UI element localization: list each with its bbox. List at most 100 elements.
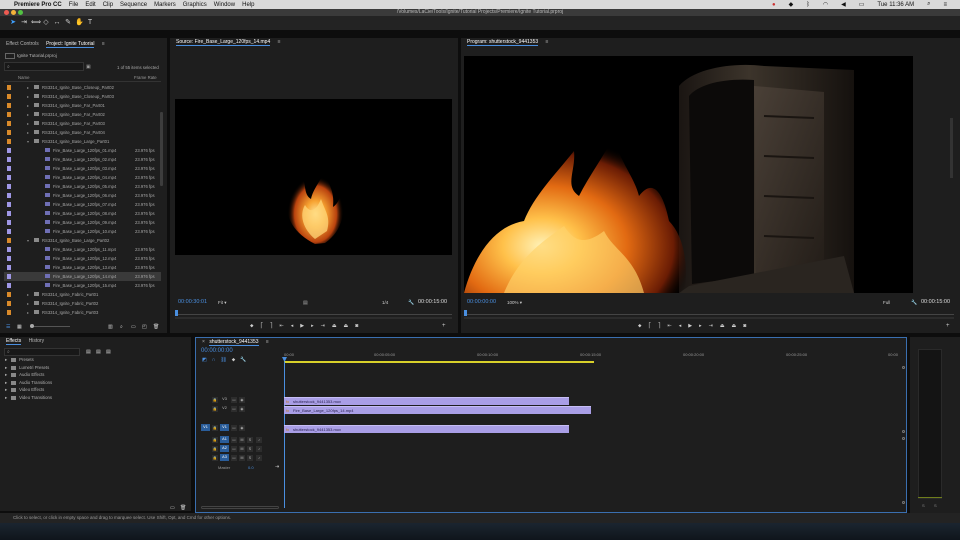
toggle-output-v3-eye-icon[interactable]: ◉ bbox=[239, 397, 245, 403]
lock-track-v3-icon[interactable]: 🔒 bbox=[212, 397, 218, 403]
panel-menu-icon[interactable]: ≡ bbox=[546, 39, 549, 45]
linked-selection-icon[interactable]: ⛓ bbox=[220, 357, 226, 363]
label-color-chip[interactable] bbox=[7, 85, 11, 90]
project-bin-item[interactable]: ▸ RS3314_Ignite_Base_Closeup_Part03 bbox=[4, 92, 161, 101]
disclosure-closed-icon[interactable]: ▸ bbox=[27, 83, 29, 92]
label-color-chip[interactable] bbox=[7, 220, 11, 225]
label-color-chip[interactable] bbox=[7, 166, 11, 171]
pen-tool-icon[interactable]: ✎ bbox=[64, 19, 72, 27]
creative-cloud-icon[interactable]: ● bbox=[772, 2, 776, 8]
label-color-chip[interactable] bbox=[7, 265, 11, 270]
label-color-chip[interactable] bbox=[7, 94, 11, 99]
label-color-chip[interactable] bbox=[7, 139, 11, 144]
go-to-out-icon[interactable]: ⇥ bbox=[321, 323, 325, 331]
lift-icon[interactable]: ⏏ bbox=[720, 323, 725, 331]
source-resolution-dropdown[interactable]: 1/4 bbox=[382, 300, 388, 305]
sync-lock-v3-icon[interactable]: ▭ bbox=[231, 397, 237, 403]
column-frame-rate[interactable]: Frame Rate bbox=[134, 75, 157, 80]
project-bin-item[interactable]: ▸ RS3314_Ignite_Base_Closeup_Part02 bbox=[4, 83, 161, 92]
track-label-a3[interactable]: A3 bbox=[220, 454, 229, 461]
mark-out-icon[interactable]: ⎤ bbox=[270, 323, 273, 331]
snap-icon[interactable]: ∩ bbox=[212, 357, 216, 363]
dropbox-icon[interactable]: ◆ bbox=[789, 1, 794, 8]
disclosure-closed-icon[interactable]: ▸ bbox=[27, 308, 29, 317]
project-clip-item[interactable]: Fire_Base_Large_120fps_14.mp4 23.976 fps bbox=[4, 272, 161, 281]
program-zoom-scrollbar[interactable] bbox=[464, 317, 954, 319]
disclosure-closed-icon[interactable]: ▸ bbox=[27, 128, 29, 137]
tab-project[interactable]: Project: Ignite Tutorial bbox=[46, 41, 95, 48]
play-icon[interactable]: ▶ bbox=[688, 323, 692, 331]
project-bin-item[interactable]: ▸ RS3314_Ignite_Fabric_Part02 bbox=[4, 299, 161, 308]
go-to-out-icon[interactable]: ⇥ bbox=[709, 323, 713, 331]
spotlight-icon[interactable]: ⌕ bbox=[927, 1, 930, 8]
mark-out-icon[interactable]: ⎤ bbox=[658, 323, 661, 331]
accelerated-effects-icon[interactable]: ▤ bbox=[86, 349, 91, 355]
label-color-chip[interactable] bbox=[7, 292, 11, 297]
insert-icon[interactable]: ⏏ bbox=[332, 323, 337, 331]
sync-lock-a2-icon[interactable]: ▭ bbox=[231, 446, 237, 452]
audio-track-scroll-bottom[interactable] bbox=[902, 501, 905, 504]
disclosure-open-icon[interactable]: ▾ bbox=[27, 137, 29, 146]
track-label-v2[interactable]: V2 bbox=[220, 405, 229, 412]
go-to-in-icon[interactable]: ⇤ bbox=[668, 323, 672, 331]
label-color-chip[interactable] bbox=[7, 301, 11, 306]
mark-in-icon[interactable]: ⎡ bbox=[649, 323, 652, 331]
panel-menu-icon[interactable]: ≡ bbox=[278, 39, 281, 45]
voiceover-a1-mic-icon[interactable]: ♪ bbox=[256, 437, 262, 443]
project-clip-item[interactable]: Fire_Base_Large_120fps_15.mp4 23.976 fps bbox=[4, 281, 161, 290]
label-color-chip[interactable] bbox=[7, 247, 11, 252]
label-color-chip[interactable] bbox=[7, 175, 11, 180]
panel-menu-icon[interactable]: ≡ bbox=[102, 41, 105, 47]
audio-track-scroll-top[interactable] bbox=[902, 437, 905, 440]
export-frame-icon[interactable]: ◙ bbox=[355, 323, 358, 331]
hand-tool-icon[interactable]: ✋ bbox=[75, 19, 84, 27]
label-color-chip[interactable] bbox=[7, 202, 11, 207]
voiceover-a2-mic-icon[interactable]: ♪ bbox=[256, 446, 262, 452]
program-playhead[interactable] bbox=[464, 310, 467, 316]
lock-track-a3-icon[interactable]: 🔒 bbox=[212, 455, 218, 461]
menu-graphics[interactable]: Graphics bbox=[183, 2, 207, 8]
disclosure-closed-icon[interactable]: ▸ bbox=[27, 101, 29, 110]
program-video-frame[interactable] bbox=[464, 56, 913, 293]
program-settings-wrench-icon[interactable]: 🔧 bbox=[911, 300, 917, 306]
timeline-playhead-timecode[interactable]: 00:00:00:00 bbox=[201, 348, 233, 354]
label-color-chip[interactable] bbox=[7, 211, 11, 216]
program-zoom-dropdown[interactable]: 100% ▾ bbox=[507, 300, 522, 306]
extract-icon[interactable]: ⏏ bbox=[732, 323, 737, 331]
project-bin-item[interactable]: ▸ RS3314_Ignite_Fabric_Part01 bbox=[4, 290, 161, 299]
step-back-icon[interactable]: ◂ bbox=[291, 323, 294, 331]
master-track-value[interactable]: 0.0 bbox=[248, 465, 254, 470]
type-tool-icon[interactable]: T bbox=[86, 19, 94, 27]
solo-a3-button[interactable]: S bbox=[247, 455, 253, 461]
project-clip-item[interactable]: Fire_Base_Large_120fps_13.mp4 23.976 fps bbox=[4, 263, 161, 272]
label-color-chip[interactable] bbox=[7, 193, 11, 198]
video-track-scroll-top[interactable] bbox=[902, 366, 905, 369]
timeline-clip-v1[interactable]: fx shutterstock_9441353.mov bbox=[284, 425, 569, 433]
toggle-output-v1-eye-icon[interactable]: ◉ bbox=[239, 425, 245, 431]
menu-markers[interactable]: Markers bbox=[154, 2, 176, 8]
slip-tool-icon[interactable]: ↔ bbox=[53, 19, 61, 27]
video-track-scroll-bottom[interactable] bbox=[902, 430, 905, 433]
project-clip-item[interactable]: Fire_Base_Large_120fps_10.mp4 23.976 fps bbox=[4, 227, 161, 236]
effects-folder-lumetri-presets[interactable]: ▸ Lumetri Presets bbox=[5, 364, 49, 371]
clear-icon[interactable]: 🗑 bbox=[153, 324, 159, 330]
program-button-editor-icon[interactable]: + bbox=[946, 323, 950, 329]
mute-a2-button[interactable]: M bbox=[239, 446, 245, 452]
project-clip-item[interactable]: Fire_Base_Large_120fps_03.mp4 23.976 fps bbox=[4, 164, 161, 173]
mark-in-icon[interactable]: ⎡ bbox=[261, 323, 264, 331]
disclosure-closed-icon[interactable]: ▸ bbox=[27, 92, 29, 101]
close-sequence-icon[interactable]: × bbox=[202, 339, 205, 345]
project-bin-item[interactable]: ▸ RS3314_Ignite_Base_Far_Part04 bbox=[4, 128, 161, 137]
master-go-to-end-icon[interactable]: ⇥ bbox=[275, 464, 279, 470]
volume-icon[interactable]: ◀ bbox=[841, 1, 846, 8]
project-clip-item[interactable]: Fire_Base_Large_120fps_01.mp4 23.976 fps bbox=[4, 146, 161, 155]
source-playhead[interactable] bbox=[175, 310, 178, 316]
program-resolution-dropdown[interactable]: Full bbox=[883, 300, 890, 305]
source-time-ruler[interactable] bbox=[175, 314, 452, 315]
project-clip-item[interactable]: Fire_Base_Large_120fps_11.mp4 23.976 fps bbox=[4, 245, 161, 254]
label-color-chip[interactable] bbox=[7, 310, 11, 315]
work-area-bar[interactable] bbox=[284, 361, 594, 363]
tab-effects[interactable]: Effects bbox=[6, 338, 22, 345]
label-color-chip[interactable] bbox=[7, 229, 11, 234]
project-bin-item[interactable]: ▾ RS3314_Ignite_Base_Large_Part01 bbox=[4, 137, 161, 146]
